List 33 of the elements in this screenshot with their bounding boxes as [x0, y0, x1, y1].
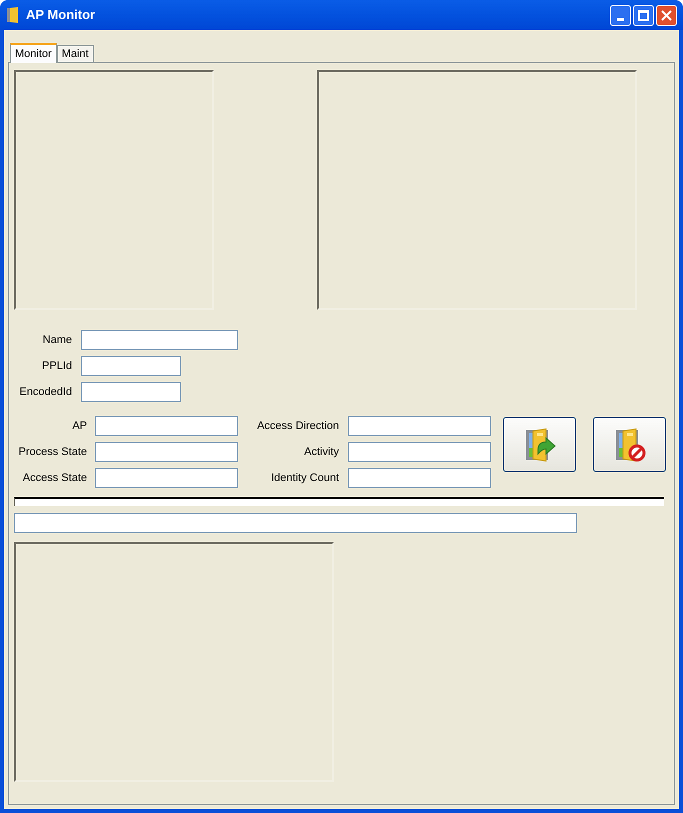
close-icon [661, 10, 672, 20]
input-field[interactable] [348, 468, 491, 488]
minimize-icon [617, 18, 624, 20]
input-field[interactable] [95, 416, 238, 436]
field-label: Identity Count [270, 470, 339, 486]
tab[interactable]: Monitor [10, 43, 57, 63]
input-field[interactable] [81, 382, 181, 402]
input-field[interactable] [95, 442, 238, 462]
window-title: AP Monitor [26, 6, 96, 24]
field-label: EncodedId [18, 384, 72, 400]
input-field[interactable] [14, 513, 577, 533]
field-label: Process State [18, 444, 87, 460]
tab[interactable]: Maint [56, 45, 94, 62]
maximize-button[interactable] [633, 4, 654, 26]
close-button[interactable] [656, 4, 677, 26]
field-label: AP [71, 418, 87, 434]
field-label: Access State [22, 470, 87, 486]
input-field[interactable] [95, 468, 238, 488]
grant-access-button[interactable] [503, 417, 576, 472]
door-icon [6, 7, 20, 23]
input-field[interactable] [348, 416, 491, 436]
minimize-button[interactable] [610, 4, 631, 26]
field-label: Access Direction [256, 418, 339, 434]
door-prohibited-icon [614, 428, 646, 462]
maximize-icon [638, 10, 649, 20]
field-label: Activity [303, 444, 339, 460]
input-field[interactable] [81, 330, 238, 350]
input-field[interactable] [348, 442, 491, 462]
field-label: PPLId [41, 358, 72, 374]
input-field[interactable] [81, 356, 181, 376]
field-label: Name [42, 332, 72, 348]
door-arrow-icon [524, 428, 556, 462]
deny-access-button[interactable] [593, 417, 666, 472]
